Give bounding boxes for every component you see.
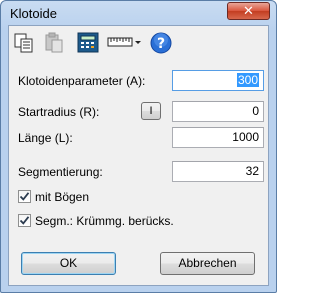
param-input[interactable]: 300 xyxy=(172,70,264,91)
close-button[interactable]: ✕ xyxy=(227,2,270,20)
length-label: Länge (L): xyxy=(18,131,73,145)
param-label: Klotoidenparameter (A): xyxy=(18,74,146,88)
copy-icon[interactable] xyxy=(14,32,34,54)
dialog-body: ? Klotoidenparameter (A): 300 Startradiu… xyxy=(8,25,269,286)
checkmark-icon xyxy=(19,192,30,201)
radius-toggle-button[interactable]: I xyxy=(141,102,161,120)
svg-text:?: ? xyxy=(157,36,165,52)
toolbar: ? xyxy=(9,26,268,60)
length-input[interactable]: 1000 xyxy=(172,127,264,148)
radius-input[interactable]: 0 xyxy=(172,101,264,122)
cancel-button[interactable]: Abbrechen xyxy=(160,252,255,275)
curvature-checkbox[interactable] xyxy=(18,214,31,227)
radius-label: Startradius (R): xyxy=(18,105,100,119)
calculator-icon[interactable] xyxy=(77,32,99,54)
checkmark-icon xyxy=(19,216,30,225)
title-bar[interactable]: Klotoide ✕ xyxy=(1,1,276,25)
curvature-checkbox-label[interactable]: Segm.: Krümmg. berücks. xyxy=(35,214,174,228)
segment-input[interactable]: 32 xyxy=(172,161,264,182)
arcs-checkbox[interactable] xyxy=(18,190,31,203)
window-title: Klotoide xyxy=(10,6,57,21)
segment-label: Segmentierung: xyxy=(18,165,103,179)
close-icon: ✕ xyxy=(243,3,254,19)
param-value: 300 xyxy=(236,73,259,87)
dialog-window: Klotoide ✕ ? Klotoidenparameter (A): 300… xyxy=(0,0,277,293)
ok-button[interactable]: OK xyxy=(21,252,116,275)
arcs-checkbox-label[interactable]: mit Bögen xyxy=(35,190,89,204)
paste-icon[interactable] xyxy=(44,32,64,54)
help-icon[interactable]: ? xyxy=(150,32,172,54)
ruler-dropdown-icon[interactable] xyxy=(107,32,143,54)
